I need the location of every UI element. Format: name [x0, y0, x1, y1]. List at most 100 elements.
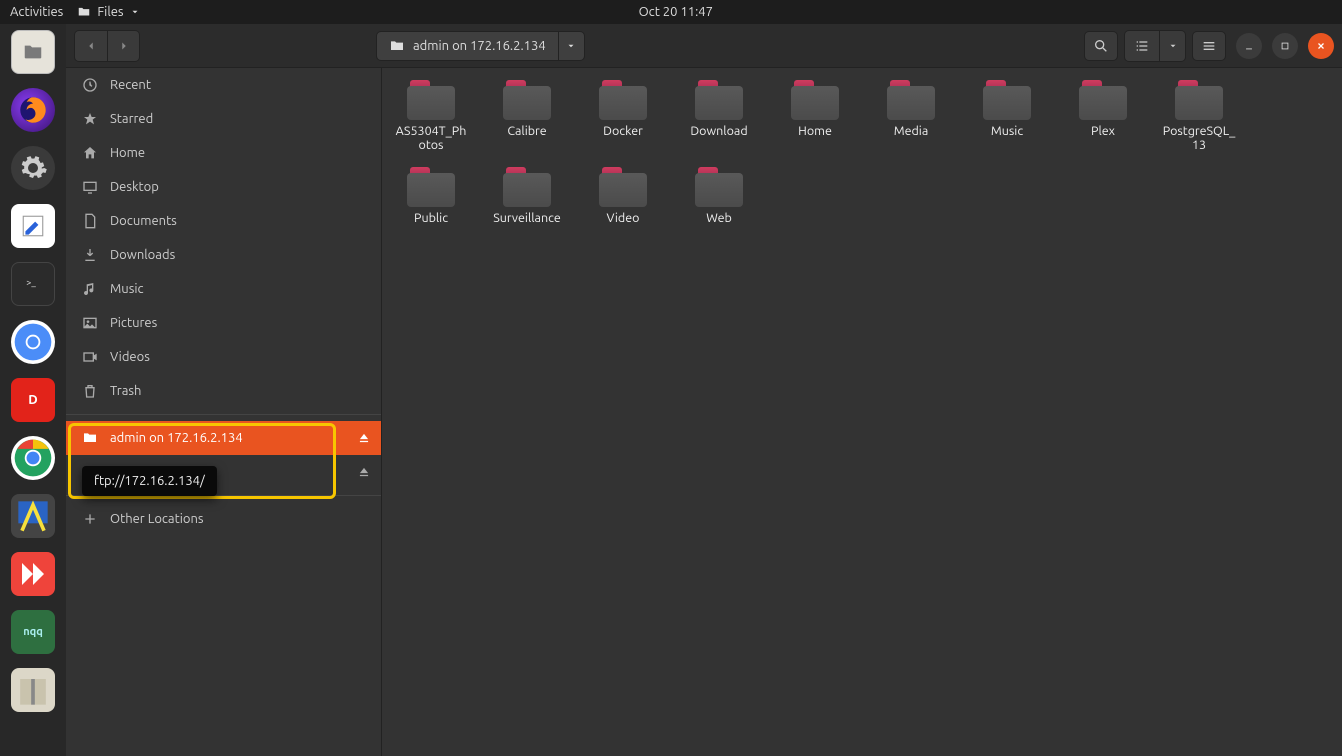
- sidebar: Recent Starred Home Desktop Documents Downloa…: [66, 68, 382, 756]
- back-button[interactable]: [75, 31, 107, 61]
- home-icon: [82, 145, 98, 161]
- dock-chrome[interactable]: [11, 436, 55, 480]
- folder-item[interactable]: Video: [584, 167, 662, 225]
- chevron-down-icon: [130, 7, 140, 17]
- folder-label: Media: [894, 124, 929, 138]
- sidebar-item-label: Documents: [110, 214, 177, 228]
- sidebar-recent[interactable]: Recent: [66, 68, 381, 102]
- separator: [66, 414, 381, 415]
- close-button[interactable]: [1308, 33, 1334, 59]
- folder-item[interactable]: Public: [392, 167, 470, 225]
- sidebar-videos[interactable]: Videos: [66, 340, 381, 374]
- dock-terminal[interactable]: >_: [11, 262, 55, 306]
- eject-button[interactable]: [347, 455, 381, 489]
- activities-button[interactable]: Activities: [10, 5, 63, 19]
- dock-archive-manager[interactable]: [11, 668, 55, 712]
- desktop-icon: [82, 179, 98, 195]
- folder-item[interactable]: Surveillance: [488, 167, 566, 225]
- other-locations[interactable]: Other Locations: [66, 502, 381, 536]
- dock-anydesk[interactable]: [11, 552, 55, 596]
- folder-item[interactable]: Music: [968, 80, 1046, 153]
- folder-item[interactable]: Media: [872, 80, 950, 153]
- folder-icon: [983, 80, 1031, 120]
- maximize-button[interactable]: [1272, 33, 1298, 59]
- network-folder-icon: [389, 38, 405, 54]
- view-dropdown-button[interactable]: [1159, 31, 1185, 61]
- other-locations-label: Other Locations: [110, 512, 204, 526]
- folder-item[interactable]: Calibre: [488, 80, 566, 153]
- folder-icon: [599, 80, 647, 120]
- folder-label: Plex: [1091, 124, 1115, 138]
- sidebar-item-label: Music: [110, 282, 144, 296]
- sidebar-item-label: Trash: [110, 384, 141, 398]
- folder-item[interactable]: Plex: [1064, 80, 1142, 153]
- folder-icon: [695, 80, 743, 120]
- clock[interactable]: Oct 20 11:47: [140, 5, 1212, 19]
- folder-item[interactable]: Web: [680, 167, 758, 225]
- folder-icon: [407, 167, 455, 207]
- files-menu-label: Files: [97, 5, 123, 19]
- search-button[interactable]: [1084, 31, 1118, 61]
- sidebar-starred[interactable]: Starred: [66, 102, 381, 136]
- forward-button[interactable]: [107, 31, 139, 61]
- view-switcher: [1124, 30, 1186, 62]
- path-label: admin on 172.16.2.134: [413, 39, 546, 53]
- folder-icon: [407, 80, 455, 120]
- download-icon: [82, 247, 98, 263]
- sidebar-item-label: Pictures: [110, 316, 157, 330]
- dock-files[interactable]: [11, 30, 55, 74]
- sidebar-item-label: Videos: [110, 350, 150, 364]
- folder-label: Calibre: [507, 124, 546, 138]
- folder-label: Public: [414, 211, 448, 225]
- hamburger-menu[interactable]: [1192, 31, 1226, 61]
- plus-icon: [82, 511, 98, 527]
- sidebar-pictures[interactable]: Pictures: [66, 306, 381, 340]
- sidebar-home[interactable]: Home: [66, 136, 381, 170]
- folder-item[interactable]: Home: [776, 80, 854, 153]
- sidebar-documents[interactable]: Documents: [66, 204, 381, 238]
- sidebar-downloads[interactable]: Downloads: [66, 238, 381, 272]
- sidebar-item-label: Desktop: [110, 180, 159, 194]
- path-dropdown[interactable]: [558, 32, 584, 60]
- dock-chromium[interactable]: [11, 320, 55, 364]
- dock-settings[interactable]: [11, 146, 55, 190]
- music-icon: [82, 281, 98, 297]
- folder-view[interactable]: AS5304T_Photos Calibre Docker Download Home M…: [382, 68, 1342, 756]
- minimize-button[interactable]: [1236, 33, 1262, 59]
- star-icon: [82, 111, 98, 127]
- dock: >_ D nqq: [0, 24, 66, 756]
- folder-item[interactable]: Docker: [584, 80, 662, 153]
- folder-icon: [791, 80, 839, 120]
- list-view-button[interactable]: [1125, 31, 1159, 61]
- sidebar-trash[interactable]: Trash: [66, 374, 381, 408]
- folder-label: PostgreSQL_13: [1160, 124, 1238, 153]
- dock-double-commander[interactable]: D: [11, 378, 55, 422]
- folder-label: Music: [991, 124, 1023, 138]
- sidebar-item-label: Home: [110, 146, 145, 160]
- sidebar-item-label: Recent: [110, 78, 151, 92]
- eject-button[interactable]: [347, 421, 381, 455]
- files-menu[interactable]: Files: [77, 5, 139, 19]
- folder-item[interactable]: AS5304T_Photos: [392, 80, 470, 153]
- folder-label: Download: [690, 124, 747, 138]
- folder-label: AS5304T_Photos: [392, 124, 470, 153]
- dock-text-editor[interactable]: [11, 204, 55, 248]
- sidebar-desktop[interactable]: Desktop: [66, 170, 381, 204]
- video-icon: [82, 349, 98, 365]
- folder-item[interactable]: PostgreSQL_13: [1160, 80, 1238, 153]
- tooltip: ftp://172.16.2.134/: [82, 466, 217, 496]
- sidebar-music[interactable]: Music: [66, 272, 381, 306]
- nav-buttons: [74, 30, 140, 62]
- folder-item[interactable]: Download: [680, 80, 758, 153]
- folder-label: Home: [798, 124, 832, 138]
- folder-icon: [503, 80, 551, 120]
- dock-firefox[interactable]: [11, 88, 55, 132]
- folder-icon: [503, 167, 551, 207]
- dock-putty[interactable]: [11, 494, 55, 538]
- folder-icon: [599, 167, 647, 207]
- dock-notepadqq[interactable]: nqq: [11, 610, 55, 654]
- path-bar[interactable]: admin on 172.16.2.134: [376, 31, 585, 61]
- folder-icon: [1079, 80, 1127, 120]
- sidebar-mount[interactable]: admin on 172.16.2.134: [66, 421, 347, 455]
- folder-icon: [77, 5, 91, 19]
